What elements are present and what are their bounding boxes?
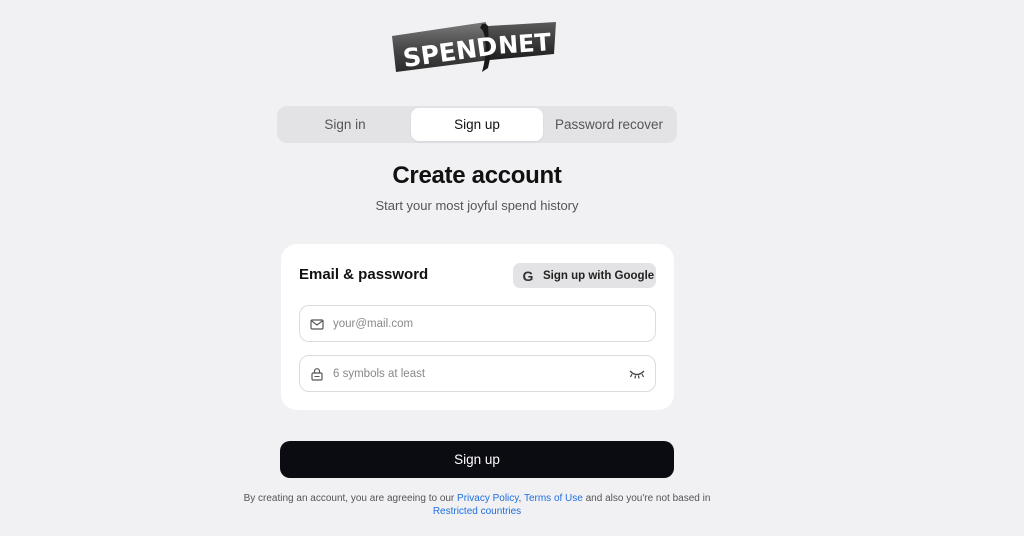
signup-page: SPEND NET Sign in Sign up Password recov…: [0, 0, 1024, 536]
email-input[interactable]: [333, 317, 645, 330]
signup-submit-button[interactable]: Sign up: [280, 441, 674, 478]
eye-closed-icon[interactable]: [629, 369, 645, 379]
google-icon: G: [522, 267, 534, 284]
legal-middle: and also you're not based in: [582, 493, 711, 504]
page-subtitle: Start your most joyful spend history: [375, 198, 579, 213]
legal-notice: By creating an account, you are agreeing…: [240, 492, 714, 518]
email-field[interactable]: [299, 305, 656, 342]
password-field[interactable]: [299, 355, 656, 392]
tab-sign-up[interactable]: Sign up: [411, 108, 543, 141]
privacy-policy-link[interactable]: Privacy Policy: [457, 493, 519, 504]
legal-prefix: By creating an account, you are agreeing…: [243, 493, 458, 504]
card-title: Email & password: [299, 266, 429, 283]
google-signup-button[interactable]: G Sign up with Google: [513, 263, 656, 288]
auth-tabs: Sign in Sign up Password recover: [277, 106, 677, 143]
lock-icon: [311, 367, 323, 381]
tab-password-recover[interactable]: Password recover: [543, 108, 675, 141]
tab-sign-in[interactable]: Sign in: [279, 108, 411, 141]
logo-text-right: NET: [497, 28, 552, 60]
password-input[interactable]: [333, 367, 629, 380]
terms-of-use-link[interactable]: Terms of Use: [524, 493, 583, 504]
mail-icon: [310, 318, 324, 330]
page-title: Create account: [392, 162, 562, 189]
spend-net-logo: SPEND NET: [390, 16, 558, 74]
restricted-countries-link[interactable]: Restricted countries: [433, 506, 521, 517]
google-signup-label: Sign up with Google: [543, 269, 655, 282]
credentials-card: Email & password G Sign up with Google: [281, 244, 674, 410]
